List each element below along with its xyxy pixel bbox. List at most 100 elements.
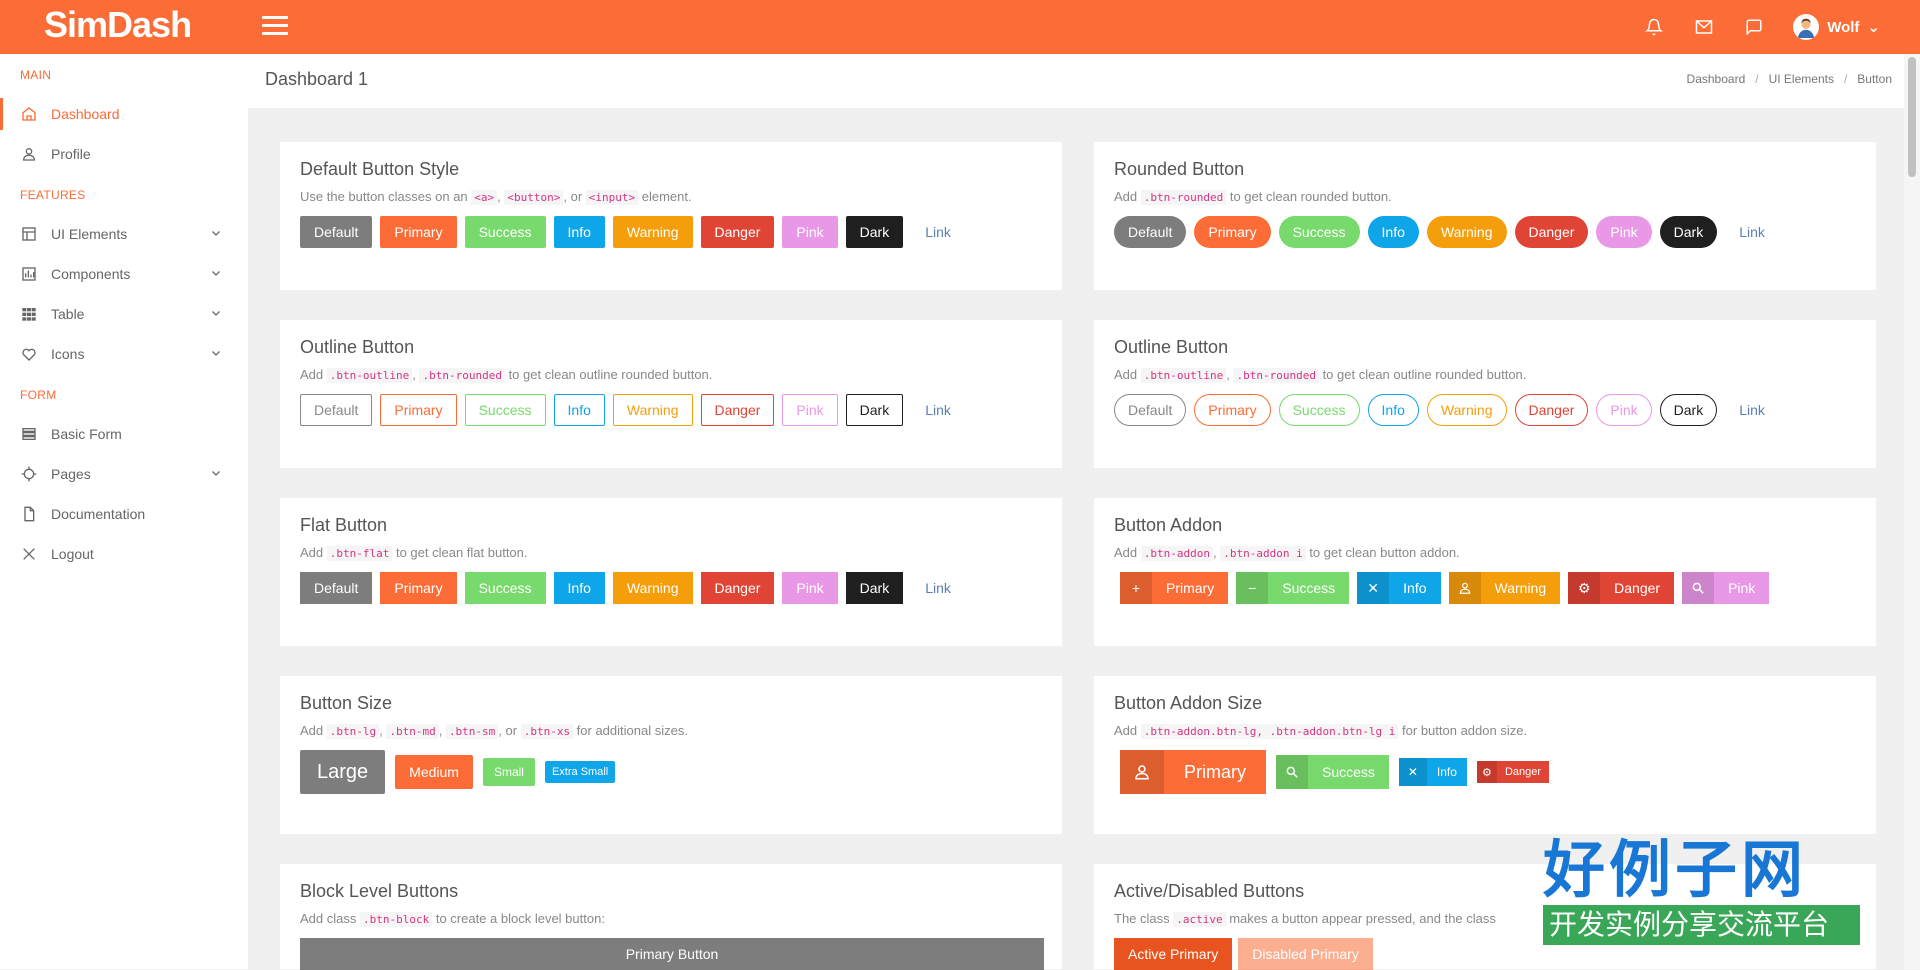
sidebar-item-label: Components	[51, 266, 131, 282]
info-button[interactable]: Info	[1367, 394, 1419, 426]
link-button[interactable]: Link	[1725, 216, 1779, 248]
primary-addon-button[interactable]: + Primary	[1120, 572, 1229, 604]
success-addon-medium-button[interactable]: Success	[1276, 755, 1389, 789]
sidebar-item-pages[interactable]: Pages	[0, 454, 248, 494]
card-title: Outline Button	[1114, 337, 1229, 357]
search-icon	[1276, 755, 1308, 789]
danger-button[interactable]: Danger	[1514, 216, 1589, 248]
link-button[interactable]: Link	[1725, 394, 1779, 426]
pink-button[interactable]: Pink	[782, 216, 838, 248]
primary-button[interactable]: Primary	[380, 216, 457, 248]
pink-button[interactable]: Pink	[782, 394, 838, 426]
link-button[interactable]: Link	[911, 394, 965, 426]
document-icon	[20, 505, 38, 523]
user-icon	[20, 145, 38, 163]
info-addon-button[interactable]: ✕ Info	[1357, 572, 1441, 604]
chat-icon[interactable]	[1743, 16, 1765, 38]
user-menu[interactable]: Wolf ⌄	[1793, 14, 1880, 40]
gear-icon: ⚙	[1568, 572, 1601, 604]
info-button[interactable]: Info	[1367, 216, 1419, 248]
warning-button[interactable]: Warning	[612, 394, 693, 426]
primary-button[interactable]: Primary	[1194, 216, 1271, 248]
dark-button[interactable]: Dark	[845, 394, 904, 426]
info-button[interactable]: Info	[553, 216, 605, 248]
success-button[interactable]: Success	[464, 216, 546, 248]
warning-button[interactable]: Warning	[1426, 394, 1507, 426]
sidebar-item-icons[interactable]: Icons	[0, 334, 248, 374]
medium-button[interactable]: Medium	[395, 755, 473, 789]
primary-button[interactable]: Primary	[1194, 394, 1271, 426]
chevron-down-icon	[210, 346, 222, 362]
form-icon	[20, 425, 38, 443]
sidebar-item-table[interactable]: Table	[0, 294, 248, 334]
warning-button[interactable]: Warning	[612, 216, 693, 248]
primary-addon-large-button[interactable]: Primary	[1120, 750, 1266, 794]
success-addon-button[interactable]: − Success	[1236, 572, 1350, 604]
card-rounded-buttons: Rounded Button Add .btn-rounded to get c…	[1094, 142, 1876, 290]
primary-button[interactable]: Primary	[380, 394, 457, 426]
danger-addon-button[interactable]: ⚙ Danger	[1568, 572, 1675, 604]
menu-toggle-icon[interactable]	[262, 16, 288, 36]
mail-icon[interactable]	[1693, 16, 1715, 38]
success-button[interactable]: Success	[1278, 216, 1360, 248]
warning-button[interactable]: Warning	[1426, 216, 1507, 248]
breadcrumb-ui-elements[interactable]: UI Elements	[1769, 72, 1834, 86]
section-main: MAIN	[20, 68, 52, 82]
sidebar-item-label: Dashboard	[51, 106, 120, 122]
warning-addon-button[interactable]: Warning	[1448, 572, 1561, 604]
block-button[interactable]: Primary Button	[300, 938, 1044, 970]
danger-button[interactable]: Danger	[1514, 394, 1589, 426]
success-button[interactable]: Success	[464, 394, 546, 426]
danger-addon-xs-button[interactable]: ⚙ Danger	[1476, 761, 1550, 783]
primary-button[interactable]: Primary	[380, 572, 457, 604]
sidebar-item-documentation[interactable]: Documentation	[0, 494, 248, 534]
info-addon-small-button[interactable]: ✕ Info	[1398, 758, 1467, 786]
dark-button[interactable]: Dark	[845, 572, 904, 604]
sidebar-item-profile[interactable]: Profile	[0, 134, 248, 174]
card-description: Add .btn-rounded to get clean rounded bu…	[1114, 189, 1392, 205]
danger-button[interactable]: Danger	[700, 394, 775, 426]
default-button[interactable]: Default	[1114, 216, 1187, 248]
pink-addon-button[interactable]: Pink	[1682, 572, 1770, 604]
sidebar-item-logout[interactable]: Logout	[0, 534, 248, 574]
breadcrumb-dashboard[interactable]: Dashboard	[1687, 72, 1746, 86]
search-icon	[1682, 572, 1715, 604]
card-button-sizes: Button Size Add .btn-lg, .btn-md, .btn-s…	[280, 676, 1062, 834]
brand-logo[interactable]: SimDash	[44, 4, 192, 46]
small-button[interactable]: Small	[482, 758, 535, 786]
disabled-primary-button: Disabled Primary	[1238, 938, 1373, 970]
info-button[interactable]: Info	[553, 394, 605, 426]
success-button[interactable]: Success	[464, 572, 546, 604]
sidebar-item-basic-form[interactable]: Basic Form	[0, 414, 248, 454]
large-button[interactable]: Large	[300, 750, 386, 794]
sidebar-item-components[interactable]: Components	[0, 254, 248, 294]
warning-button[interactable]: Warning	[612, 572, 693, 604]
pink-button[interactable]: Pink	[782, 572, 838, 604]
dark-button[interactable]: Dark	[1659, 216, 1718, 248]
extra-small-button[interactable]: Extra Small	[544, 761, 616, 783]
dark-button[interactable]: Dark	[845, 216, 904, 248]
default-button[interactable]: Default	[300, 572, 373, 604]
watermark-subtitle: 开发实例分享交流平台	[1543, 905, 1860, 945]
avatar	[1793, 14, 1820, 40]
dark-button[interactable]: Dark	[1659, 394, 1718, 426]
sidebar-item-dashboard[interactable]: Dashboard	[0, 94, 248, 134]
bell-icon[interactable]	[1643, 16, 1665, 38]
default-button[interactable]: Default	[300, 216, 373, 248]
chevron-down-icon	[210, 306, 222, 322]
default-button[interactable]: Default	[1114, 394, 1187, 426]
chevron-down-icon	[210, 266, 222, 282]
info-button[interactable]: Info	[553, 572, 605, 604]
danger-button[interactable]: Danger	[700, 572, 775, 604]
card-description: Add .btn-flat to get clean flat button.	[300, 545, 528, 561]
link-button[interactable]: Link	[911, 216, 965, 248]
pink-button[interactable]: Pink	[1596, 216, 1652, 248]
pink-button[interactable]: Pink	[1596, 394, 1652, 426]
default-button[interactable]: Default	[300, 394, 373, 426]
success-button[interactable]: Success	[1278, 394, 1360, 426]
link-button[interactable]: Link	[911, 572, 965, 604]
danger-button[interactable]: Danger	[700, 216, 775, 248]
sidebar-item-ui-elements[interactable]: UI Elements	[0, 214, 248, 254]
page-scrollbar[interactable]	[1904, 54, 1920, 969]
active-primary-button[interactable]: Active Primary	[1114, 938, 1233, 970]
